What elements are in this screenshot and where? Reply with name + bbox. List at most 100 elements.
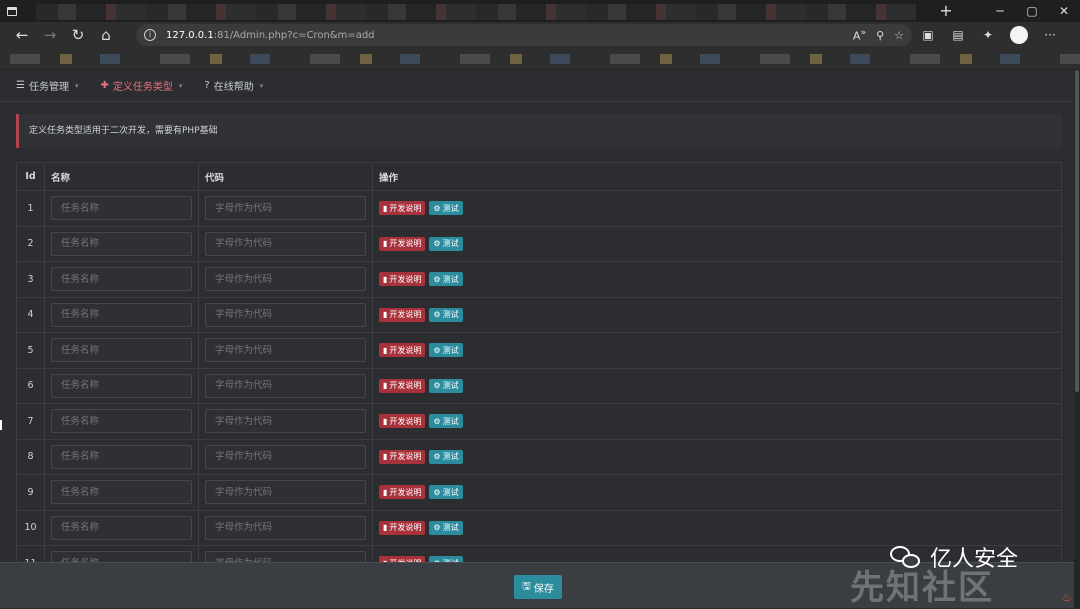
site-info-icon[interactable]: i bbox=[144, 29, 156, 41]
dev-docs-button[interactable]: ▮开发说明 bbox=[379, 485, 425, 499]
close-icon[interactable]: ✕ bbox=[1048, 0, 1080, 22]
task-name-input[interactable] bbox=[51, 516, 192, 540]
reload-icon[interactable]: ↻ bbox=[64, 26, 92, 44]
gear-icon: ⚙ bbox=[433, 417, 440, 426]
test-button[interactable]: ⚙测试 bbox=[429, 237, 462, 251]
row-id: 1 bbox=[17, 191, 45, 227]
table-row: 7▮开发说明⚙测试 bbox=[17, 404, 1062, 440]
translate-icon[interactable]: ⚲ bbox=[876, 29, 884, 42]
more-icon[interactable]: ··· bbox=[1042, 28, 1058, 42]
task-code-input[interactable] bbox=[205, 480, 366, 504]
url-path: :81/Admin.php?c=Cron&m=add bbox=[214, 30, 375, 41]
ops-cell: ▮开发说明 ⚙测试 bbox=[373, 297, 1062, 333]
test-button[interactable]: ⚙测试 bbox=[429, 521, 462, 535]
ops-cell: ▮开发说明 ⚙测试 bbox=[373, 262, 1062, 298]
row-id: 4 bbox=[17, 297, 45, 333]
test-label: 测试 bbox=[443, 345, 459, 356]
book-icon: ▮ bbox=[383, 417, 387, 426]
task-name-input[interactable] bbox=[51, 338, 192, 362]
tab-actions-icon[interactable] bbox=[0, 0, 24, 22]
extension-icon[interactable]: ▣ bbox=[920, 28, 936, 42]
book-icon: ▮ bbox=[383, 523, 387, 532]
dev-docs-button[interactable]: ▮开发说明 bbox=[379, 521, 425, 535]
dev-docs-label: 开发说明 bbox=[389, 309, 421, 320]
task-code-input[interactable] bbox=[205, 338, 366, 362]
task-code-input[interactable] bbox=[205, 232, 366, 256]
dev-docs-button[interactable]: ▮开发说明 bbox=[379, 308, 425, 322]
blurred-tab-strip[interactable] bbox=[36, 4, 916, 20]
book-icon: ▮ bbox=[383, 310, 387, 319]
new-tab-button[interactable]: + bbox=[936, 0, 956, 22]
scrollbar-thumb[interactable] bbox=[1075, 70, 1079, 392]
name-cell bbox=[45, 475, 199, 511]
task-name-input[interactable] bbox=[51, 303, 192, 327]
task-code-input[interactable] bbox=[205, 374, 366, 398]
gear-icon: ⚙ bbox=[433, 381, 440, 390]
puzzle-icon[interactable]: ✦ bbox=[980, 28, 996, 42]
task-name-input[interactable] bbox=[51, 480, 192, 504]
test-label: 测试 bbox=[443, 451, 459, 462]
test-button[interactable]: ⚙测试 bbox=[429, 272, 462, 286]
table-row: 8▮开发说明⚙测试 bbox=[17, 439, 1062, 475]
flame-icon: ♨ bbox=[1061, 590, 1072, 604]
gear-icon: ⚙ bbox=[433, 488, 440, 497]
task-code-input[interactable] bbox=[205, 267, 366, 291]
profile-avatar[interactable] bbox=[1010, 26, 1028, 44]
task-name-input[interactable] bbox=[51, 374, 192, 398]
nav-task-management[interactable]: ☰ 任务管理 ▾ bbox=[16, 78, 78, 93]
read-aloud-icon[interactable]: A» bbox=[853, 27, 866, 43]
dev-docs-button[interactable]: ▮开发说明 bbox=[379, 237, 425, 251]
save-button[interactable]: 🖫 保存 bbox=[514, 575, 562, 599]
test-button[interactable]: ⚙测试 bbox=[429, 201, 462, 215]
collections-icon[interactable]: ▤ bbox=[950, 28, 966, 42]
dev-docs-button[interactable]: ▮开发说明 bbox=[379, 272, 425, 286]
nav-define-task-type[interactable]: ✚ 定义任务类型 ▾ bbox=[100, 78, 182, 93]
plus-icon: ✚ bbox=[100, 80, 108, 91]
maximize-icon[interactable]: ▢ bbox=[1016, 0, 1048, 22]
header-code: 代码 bbox=[199, 163, 373, 191]
test-button[interactable]: ⚙测试 bbox=[429, 379, 462, 393]
task-code-input[interactable] bbox=[205, 409, 366, 433]
ops-cell: ▮开发说明 ⚙测试 bbox=[373, 191, 1062, 227]
test-button[interactable]: ⚙测试 bbox=[429, 450, 462, 464]
favorite-icon[interactable]: ☆ bbox=[894, 29, 904, 42]
dev-docs-button[interactable]: ▮开发说明 bbox=[379, 414, 425, 428]
task-name-input[interactable] bbox=[51, 409, 192, 433]
code-cell bbox=[199, 404, 373, 440]
forward-icon[interactable]: → bbox=[36, 26, 64, 44]
address-bar[interactable]: i 127.0.0.1:81/Admin.php?c=Cron&m=add A»… bbox=[136, 24, 912, 46]
page-scrollbar[interactable] bbox=[1074, 70, 1080, 608]
book-icon: ▮ bbox=[383, 275, 387, 284]
home-icon[interactable]: ⌂ bbox=[92, 26, 120, 44]
task-name-input[interactable] bbox=[51, 196, 192, 220]
task-code-input[interactable] bbox=[205, 196, 366, 220]
back-icon[interactable]: ← bbox=[8, 26, 36, 44]
task-code-input[interactable] bbox=[205, 516, 366, 540]
task-name-input[interactable] bbox=[51, 445, 192, 469]
dev-docs-button[interactable]: ▮开发说明 bbox=[379, 379, 425, 393]
test-label: 测试 bbox=[443, 203, 459, 214]
test-button[interactable]: ⚙测试 bbox=[429, 485, 462, 499]
test-button[interactable]: ⚙测试 bbox=[429, 343, 462, 357]
test-button[interactable]: ⚙测试 bbox=[429, 308, 462, 322]
bookmarks-bar[interactable] bbox=[0, 48, 1080, 70]
task-name-input[interactable] bbox=[51, 232, 192, 256]
task-code-input[interactable] bbox=[205, 445, 366, 469]
row-id: 3 bbox=[17, 262, 45, 298]
gear-icon: ⚙ bbox=[433, 346, 440, 355]
gear-icon: ⚙ bbox=[433, 275, 440, 284]
nav-label: 定义任务类型 bbox=[113, 78, 173, 93]
task-name-input[interactable] bbox=[51, 267, 192, 291]
name-cell bbox=[45, 439, 199, 475]
dev-docs-label: 开发说明 bbox=[389, 238, 421, 249]
ops-cell: ▮开发说明 ⚙测试 bbox=[373, 333, 1062, 369]
dev-docs-button[interactable]: ▮开发说明 bbox=[379, 201, 425, 215]
task-code-input[interactable] bbox=[205, 303, 366, 327]
book-icon: ▮ bbox=[383, 452, 387, 461]
dev-docs-button[interactable]: ▮开发说明 bbox=[379, 450, 425, 464]
test-button[interactable]: ⚙测试 bbox=[429, 414, 462, 428]
test-label: 测试 bbox=[443, 487, 459, 498]
dev-docs-button[interactable]: ▮开发说明 bbox=[379, 343, 425, 357]
minimize-icon[interactable]: ─ bbox=[984, 0, 1016, 22]
nav-online-help[interactable]: ? 在线帮助 ▾ bbox=[204, 78, 263, 93]
